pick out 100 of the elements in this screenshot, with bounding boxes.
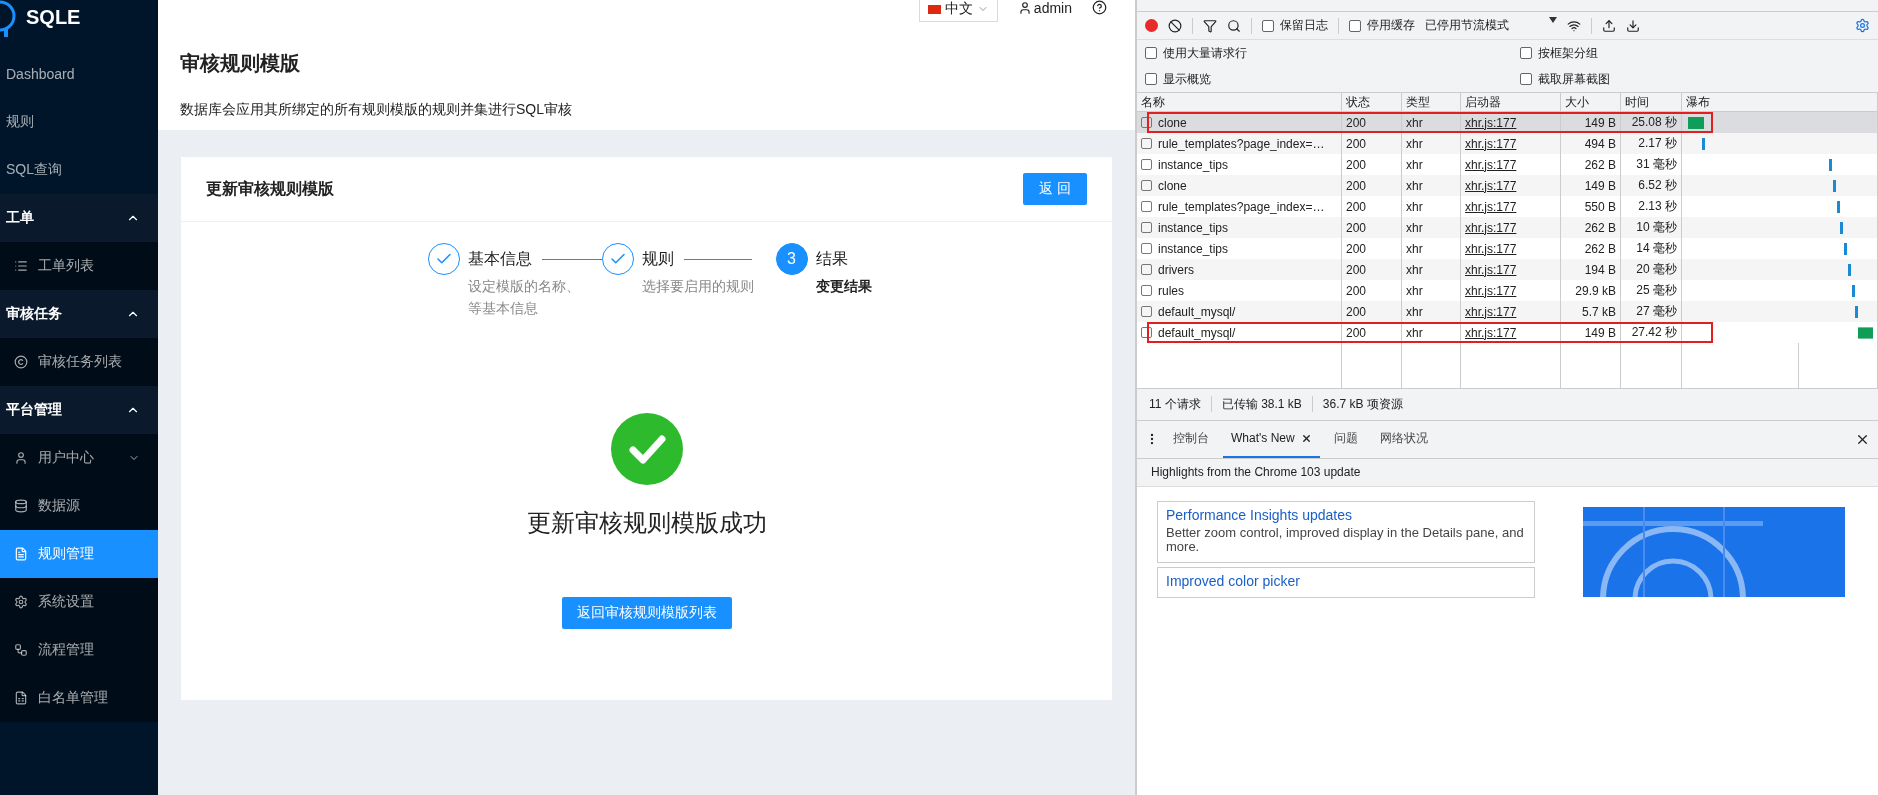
checkbox[interactable]	[1520, 73, 1532, 85]
timing-bar	[1854, 305, 1859, 318]
table-cell: 200	[1342, 301, 1402, 322]
column-header[interactable]: 名称	[1137, 93, 1342, 112]
sidebar-item[interactable]: SQL查询	[0, 146, 158, 194]
sidebar-item[interactable]: Dashboard	[0, 50, 158, 98]
step-description: 设定模版的名称、 等基本信息	[467, 277, 581, 318]
timing-bar	[1828, 158, 1833, 171]
step-description: 变更结果	[815, 277, 872, 296]
menu-group-header[interactable]: 审核任务	[0, 290, 158, 338]
logo-icon	[0, 0, 18, 38]
checkbox[interactable]	[1520, 47, 1532, 59]
column-header[interactable]: 启动器	[1461, 93, 1561, 112]
checkbox-label: 按框架分组	[1538, 44, 1598, 62]
file-icon	[1141, 159, 1152, 170]
timing-bar	[1835, 200, 1840, 213]
step-title: 结果	[815, 248, 848, 269]
checkbox[interactable]	[1349, 19, 1361, 32]
close-icon[interactable]	[1300, 432, 1312, 444]
table-cell: xhr	[1402, 133, 1461, 154]
table-cell[interactable]: default_mysql/	[1137, 301, 1342, 322]
drawer-tab[interactable]: 问题	[1325, 420, 1366, 458]
table-cell: 200	[1342, 133, 1402, 154]
file-icon	[1141, 201, 1152, 212]
clear-icon[interactable]	[1168, 18, 1182, 33]
menu-group-header[interactable]: 工单	[0, 194, 158, 242]
timing-bar	[1846, 263, 1851, 276]
checkbox[interactable]	[1262, 19, 1274, 32]
drawer-tab[interactable]: 控制台	[1165, 420, 1217, 458]
step-title: 基本信息	[467, 248, 532, 269]
throttle-select[interactable]: 已停用节流模式	[1425, 17, 1557, 34]
record-button[interactable]	[1145, 19, 1158, 32]
copyright-icon	[14, 355, 28, 369]
timing-bar	[1831, 179, 1836, 192]
status-text: 36.7 kB 项资源	[1322, 395, 1403, 413]
column-header[interactable]: 瀑布	[1682, 93, 1878, 112]
sidebar-item[interactable]: 审核任务列表	[0, 338, 158, 386]
column-header[interactable]: 大小	[1561, 93, 1621, 112]
table-cell: 5.7 kB	[1561, 301, 1621, 322]
file-icon	[1141, 306, 1152, 317]
table-cell: 194 B	[1561, 259, 1621, 280]
column-header[interactable]: 类型	[1402, 93, 1461, 112]
column-header[interactable]: 时间	[1621, 93, 1682, 112]
column-header[interactable]: 状态	[1342, 93, 1402, 112]
sidebar-item[interactable]: 规则	[0, 98, 158, 146]
news-link[interactable]: Performance Insights updates	[1166, 506, 1526, 523]
page-title: 审核规则模版	[180, 51, 301, 76]
search-icon[interactable]	[1227, 18, 1241, 33]
table-cell: 200	[1342, 259, 1402, 280]
submenu-item[interactable]: 用户中心	[0, 434, 158, 482]
help-icon[interactable]	[1092, 0, 1107, 15]
drawer-tab[interactable]: What's New	[1223, 420, 1320, 458]
settings-icon[interactable]	[1855, 18, 1870, 33]
filter-icon[interactable]	[1203, 18, 1217, 33]
wifi-settings-icon[interactable]	[1567, 18, 1581, 33]
step-title: 规则	[641, 248, 674, 269]
file-icon	[1141, 264, 1152, 275]
news-link[interactable]: Improved color picker	[1166, 572, 1526, 589]
initiator-link[interactable]: xhr.js:177	[1465, 283, 1517, 298]
timing-bar	[1700, 137, 1705, 150]
table-cell[interactable]: rule_templates?page_index=…	[1137, 133, 1342, 154]
list-icon	[14, 259, 28, 273]
flag-icon	[927, 4, 941, 14]
drawer-tab[interactable]: 网络状况	[1371, 420, 1436, 458]
sidebar-item[interactable]: 数据源	[0, 482, 158, 530]
download-icon[interactable]	[1626, 18, 1640, 33]
file-icon	[14, 547, 28, 561]
table-cell: 149 B	[1561, 175, 1621, 196]
sidebar-item[interactable]: 白名单管理	[0, 674, 158, 722]
table-cell[interactable]: instance_tips	[1137, 217, 1342, 238]
table-cell[interactable]: drivers	[1137, 259, 1342, 280]
initiator-link[interactable]: xhr.js:177	[1465, 199, 1517, 214]
checkbox[interactable]	[1145, 47, 1157, 59]
database-icon	[14, 499, 28, 513]
logo-text: SQLE	[26, 6, 81, 29]
sidebar-item[interactable]: 工单列表	[0, 242, 158, 290]
sidebar-item[interactable]: 系统设置	[0, 578, 158, 626]
page-description: 数据库会应用其所绑定的所有规则模版的规则并集进行SQL审核	[180, 101, 573, 119]
table-cell[interactable]: clone	[1137, 175, 1342, 196]
initiator-link[interactable]: xhr.js:177	[1465, 241, 1517, 256]
table-cell: 20 毫秒	[1621, 259, 1682, 280]
workflow-icon	[14, 643, 28, 657]
user-menu[interactable]: admin	[1017, 0, 1072, 16]
upload-icon[interactable]	[1602, 18, 1616, 33]
sidebar-item[interactable]: 流程管理	[0, 626, 158, 674]
initiator-link[interactable]: xhr.js:177	[1465, 157, 1517, 172]
table-cell: xhr	[1402, 217, 1461, 238]
table-cell: 2.17 秒	[1621, 133, 1682, 154]
initiator-link[interactable]: xhr.js:177	[1465, 325, 1517, 340]
step-description: 选择要启用的规则	[641, 277, 754, 296]
checkbox[interactable]	[1145, 73, 1157, 85]
status-text: 已传输 38.1 kB	[1221, 395, 1302, 413]
table-cell: xhr	[1402, 301, 1461, 322]
checkbox-label: 显示概览	[1163, 70, 1211, 88]
timing-bar	[1843, 242, 1848, 255]
language-select[interactable]: 中文	[918, 0, 998, 22]
timing-bar	[1839, 221, 1844, 234]
file-icon	[1141, 243, 1152, 254]
menu-group-header[interactable]: 平台管理	[0, 386, 158, 434]
file-icon	[1141, 138, 1152, 149]
